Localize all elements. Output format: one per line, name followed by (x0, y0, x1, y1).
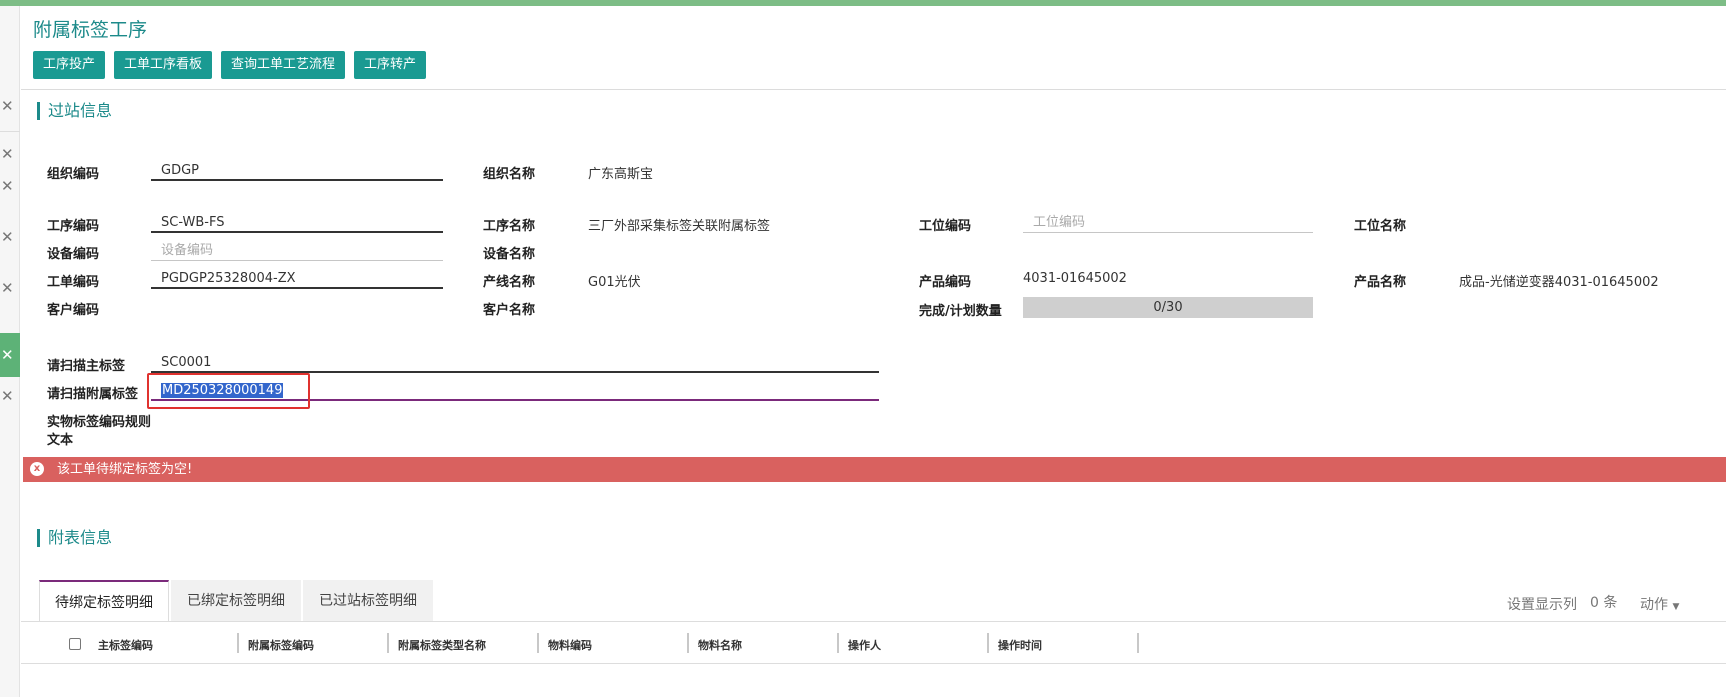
column-resize-handle[interactable] (1137, 633, 1139, 653)
column-settings-button[interactable]: 设置显示列 (1507, 594, 1577, 614)
th-operator[interactable]: 操作人 (848, 637, 881, 653)
error-icon: x (30, 462, 44, 476)
active-tab-marker[interactable]: ✕ (0, 333, 20, 377)
th-material-name[interactable]: 物料名称 (698, 637, 742, 653)
section-title-detail: 附表信息 (37, 529, 112, 547)
column-resize-handle[interactable] (537, 633, 539, 653)
section-title-station: 过站信息 (37, 102, 112, 120)
th-sub-tag-type[interactable]: 附属标签类型名称 (398, 637, 486, 653)
top-accent-bar (0, 0, 1726, 6)
close-icon[interactable]: ✕ (0, 96, 20, 116)
station-code-label: 工位编码 (919, 219, 972, 234)
th-main-tag[interactable]: 主标签编码 (98, 637, 153, 653)
close-icon[interactable]: ✕ (0, 144, 20, 164)
highlight-box (147, 373, 310, 409)
org-name-label: 组织名称 (483, 167, 536, 182)
org-code-field[interactable]: GDGP (151, 160, 443, 181)
process-start-button[interactable]: 工序投产 (33, 51, 106, 79)
page-title: 附属标签工序 (33, 19, 148, 41)
line-name-label: 产线名称 (483, 275, 536, 290)
column-resize-handle[interactable] (837, 633, 839, 653)
process-board-button[interactable]: 工单工序看板 (114, 51, 213, 79)
divider (0, 131, 20, 132)
line-name-value: G01光伏 (588, 275, 641, 290)
column-resize-handle[interactable] (237, 633, 239, 653)
tab-passed[interactable]: 已过站标签明细 (303, 580, 433, 622)
main-tag-label: 请扫描主标签 (47, 359, 126, 374)
process-name-label: 工序名称 (483, 219, 536, 234)
product-code-value: 4031-01645002 (1023, 271, 1127, 286)
device-code-label: 设备编码 (47, 247, 100, 262)
product-name-value: 成品-光储逆变器4031-01645002 (1459, 275, 1659, 290)
action-button-row: 工序投产 工单工序看板 查询工单工艺流程 工序转产 (33, 51, 427, 79)
error-alert: x 该工单待绑定标签为空! (23, 457, 1726, 482)
sub-tag-label: 请扫描附属标签 (47, 387, 139, 402)
actions-dropdown[interactable]: 动作 ▼ (1640, 594, 1679, 614)
progress-bar: 0/30 (1023, 297, 1313, 318)
close-icon[interactable]: ✕ (0, 386, 20, 406)
tab-bound[interactable]: 已绑定标签明细 (171, 580, 301, 622)
process-name-value: 三厂外部采集标签关联附属标签 (588, 219, 771, 234)
column-resize-handle[interactable] (987, 633, 989, 653)
work-order-field[interactable]: PGDGP25328004-ZX (151, 268, 443, 289)
work-order-label: 工单编码 (47, 275, 100, 290)
device-name-label: 设备名称 (483, 247, 536, 262)
process-code-field[interactable]: SC-WB-FS (151, 212, 443, 233)
station-code-input[interactable]: 工位编码 (1023, 212, 1313, 233)
close-icon[interactable]: ✕ (0, 227, 20, 247)
left-tab-strip: ✕ ✕ ✕ ✕ ✕ ✕ ✕ (0, 6, 20, 697)
table-header-bottom-border (21, 663, 1726, 664)
customer-name-label: 客户名称 (483, 303, 536, 318)
close-icon[interactable]: ✕ (0, 278, 20, 298)
org-name-value: 广东高斯宝 (588, 167, 654, 182)
process-code-label: 工序编码 (47, 219, 100, 234)
product-code-label: 产品编码 (919, 275, 972, 290)
progress-label: 完成/计划数量 (919, 304, 1002, 319)
query-flow-button[interactable]: 查询工单工艺流程 (221, 51, 346, 79)
divider (21, 89, 1726, 90)
chevron-down-icon: ▼ (1672, 602, 1680, 612)
device-code-input[interactable]: 设备编码 (151, 240, 443, 261)
th-material-code[interactable]: 物料编码 (548, 637, 592, 653)
column-resize-handle[interactable] (387, 633, 389, 653)
close-icon[interactable]: ✕ (1, 345, 14, 365)
select-all-checkbox[interactable] (69, 638, 81, 650)
tab-underline (21, 621, 1726, 622)
process-transfer-button[interactable]: 工序转产 (354, 51, 427, 79)
org-code-label: 组织编码 (47, 167, 100, 182)
tab-pending[interactable]: 待绑定标签明细 (39, 580, 169, 622)
alert-text: 该工单待绑定标签为空! (57, 462, 193, 477)
main-tag-input[interactable]: SC0001 (151, 352, 879, 373)
rule-text-label-line2: 文本 (47, 433, 74, 448)
th-operate-time[interactable]: 操作时间 (998, 637, 1042, 653)
column-resize-handle[interactable] (687, 633, 689, 653)
product-name-label: 产品名称 (1354, 275, 1407, 290)
actions-label: 动作 (1640, 597, 1668, 613)
station-name-label: 工位名称 (1354, 219, 1407, 234)
rule-text-label-line1: 实物标签编码规则 (47, 415, 152, 430)
th-sub-tag[interactable]: 附属标签编码 (248, 637, 314, 653)
close-icon[interactable]: ✕ (0, 176, 20, 196)
record-count: 0 条 (1590, 595, 1618, 611)
customer-code-label: 客户编码 (47, 303, 100, 318)
